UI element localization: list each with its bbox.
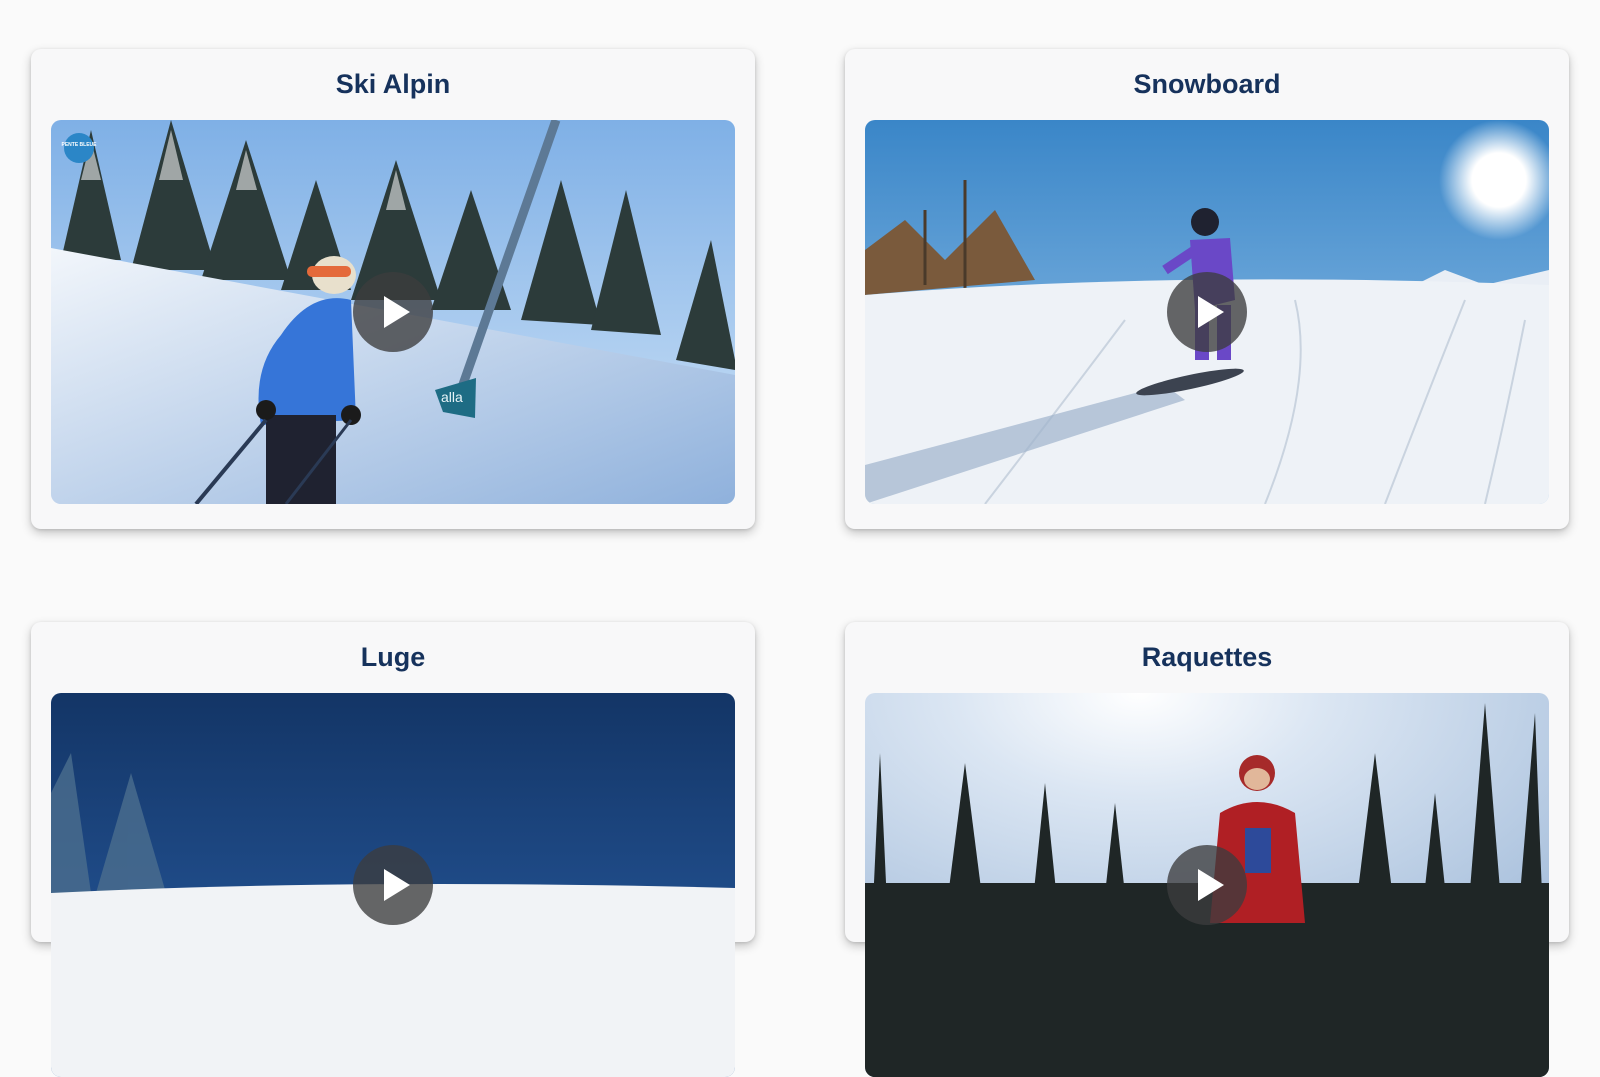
video-card-raquettes: Raquettes bbox=[845, 622, 1569, 1077]
play-button[interactable] bbox=[353, 272, 433, 352]
card-title: Raquettes bbox=[1141, 642, 1273, 672]
card-title: Luge bbox=[360, 642, 426, 672]
play-button[interactable] bbox=[1167, 845, 1247, 925]
video-card-luge: Luge bbox=[31, 622, 755, 1077]
card-title: Ski Alpin bbox=[335, 69, 451, 99]
play-button[interactable] bbox=[1167, 272, 1247, 352]
video-player-ski-alpin[interactable]: alla PENTE BLEUE bbox=[51, 120, 735, 504]
card-title: Snowboard bbox=[1133, 69, 1281, 99]
video-player-luge[interactable] bbox=[51, 693, 735, 1077]
play-button[interactable] bbox=[353, 845, 433, 925]
pole-text: alla bbox=[441, 389, 463, 405]
video-card-ski-alpin: Ski Alpin alla PENTE BLEUE bbox=[31, 49, 755, 529]
video-player-raquettes[interactable] bbox=[865, 693, 1549, 1077]
video-card-snowboard: Snowboard bbox=[845, 49, 1569, 529]
piste-badge-text: PENTE BLEUE bbox=[61, 142, 97, 148]
video-player-snowboard[interactable] bbox=[865, 120, 1549, 504]
